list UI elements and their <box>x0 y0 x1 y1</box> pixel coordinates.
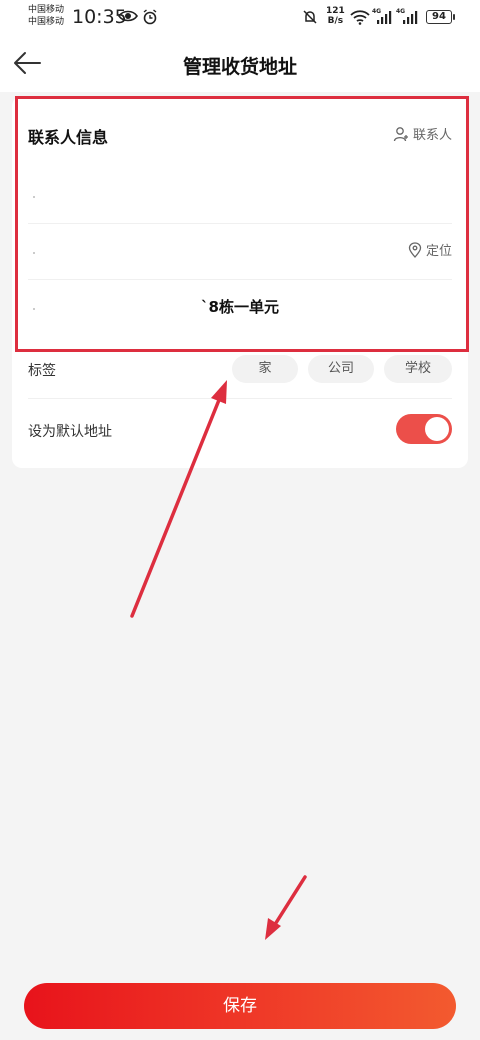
contact-section-title: 联系人信息 <box>28 128 109 147</box>
carrier-2: 中国移动 <box>28 17 65 27</box>
page-title: 管理收货地址 <box>182 56 297 78</box>
annotation-arrow-down-icon <box>265 875 307 940</box>
carrier-names: 中国移动 中国移动 <box>28 4 64 28</box>
net-speed: 121 B/s <box>326 6 345 26</box>
mute-bell-icon <box>303 10 317 24</box>
default-address-label: 设为默认地址 <box>28 424 112 440</box>
save-button[interactable]: 保存 <box>24 983 456 1029</box>
net-speed-value: 121 <box>326 6 345 16</box>
field-placeholder-dot <box>33 196 35 198</box>
default-address-toggle[interactable] <box>396 414 452 444</box>
person-add-icon <box>393 126 408 141</box>
choose-contact-label: 联系人 <box>412 128 452 143</box>
signal-1-icon <box>377 11 392 24</box>
choose-contact-button[interactable]: 联系人 <box>393 124 452 143</box>
tag-options: 家 公司 学校 <box>232 355 452 383</box>
eye-icon <box>118 10 138 22</box>
location-pin-icon <box>408 241 422 258</box>
address-region-field[interactable]: 定位 <box>28 224 452 280</box>
locate-label: 定位 <box>425 244 452 259</box>
tag-company[interactable]: 公司 <box>308 355 374 383</box>
locate-button[interactable]: 定位 <box>408 240 452 259</box>
status-bar: 中国移动 中国移动 10:35 121 B/s 4G 4G 94 <box>0 0 480 36</box>
tag-home[interactable]: 家 <box>232 355 298 383</box>
address-form-card: 联系人信息 联系人 定位 `8栋一单元 标签 家 公司 学校 设为默认地址 <box>12 96 468 468</box>
field-placeholder-dot <box>33 252 35 254</box>
divider <box>28 398 452 399</box>
signal-2-icon <box>403 11 418 24</box>
tag-school[interactable]: 学校 <box>384 355 452 383</box>
page-header: 管理收货地址 <box>0 36 480 92</box>
address-detail-field[interactable]: `8栋一单元 <box>28 280 452 336</box>
net-speed-unit: B/s <box>327 16 344 26</box>
address-detail-value: `8栋一单元 <box>201 298 279 316</box>
carrier-1: 中国移动 <box>28 5 65 15</box>
contact-name-field[interactable] <box>28 168 452 224</box>
toggle-knob <box>425 417 449 441</box>
battery-indicator: 94 <box>426 10 455 24</box>
wifi-icon <box>350 10 370 25</box>
alarm-icon <box>143 9 157 25</box>
tag-label: 标签 <box>28 363 56 379</box>
